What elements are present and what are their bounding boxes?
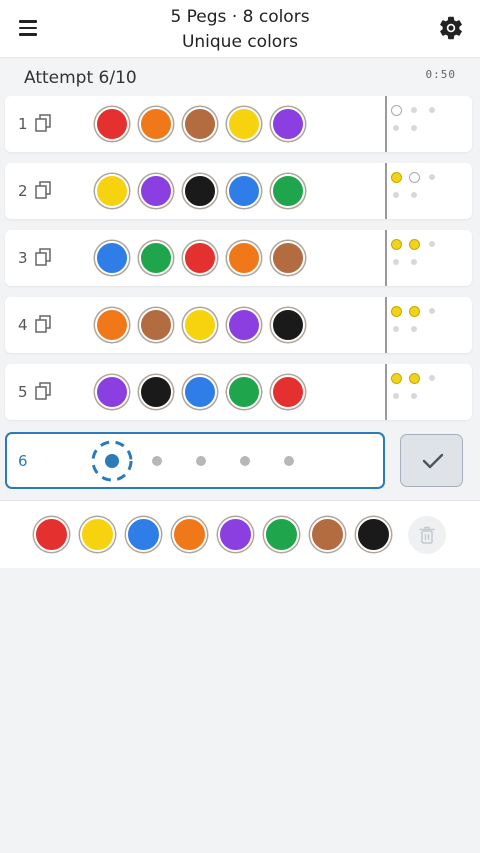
peg-red	[183, 241, 217, 275]
title-line-pegs-colors: 5 Pegs · 8 colors	[170, 7, 310, 27]
feedback-peg-black	[390, 171, 402, 183]
peg-green	[271, 174, 305, 208]
peg-blue	[95, 241, 129, 275]
peg-red	[95, 107, 129, 141]
feedback-peg-black	[390, 372, 402, 384]
peg-orange	[139, 107, 173, 141]
title-line-rule: Unique colors	[181, 32, 299, 52]
peg-black	[139, 375, 173, 409]
feedback-peg-empty	[429, 174, 435, 180]
peg-brown	[183, 107, 217, 141]
palette-color-brown[interactable]	[310, 517, 345, 552]
feedback-peg-empty	[411, 326, 417, 332]
row-number: 2	[18, 182, 28, 200]
current-row-number: 6	[18, 452, 28, 470]
feedback-peg-empty	[411, 393, 417, 399]
attempt-counter: Attempt 6/10	[24, 68, 137, 88]
copy-icon[interactable]	[33, 247, 53, 267]
peg-purple	[227, 308, 261, 342]
copy-icon[interactable]	[33, 314, 53, 334]
peg-yellow	[95, 174, 129, 208]
feedback-peg-empty	[393, 259, 399, 265]
feedback-divider	[385, 297, 387, 353]
gear-icon[interactable]	[437, 14, 465, 42]
feedback-peg-white	[390, 104, 402, 116]
feedback-peg-black	[390, 238, 402, 250]
peg-purple	[139, 174, 173, 208]
feedback-peg-white	[408, 171, 420, 183]
peg-brown	[271, 241, 305, 275]
palette-color-red[interactable]	[34, 517, 69, 552]
palette-color-green[interactable]	[264, 517, 299, 552]
palette-color-yellow[interactable]	[80, 517, 115, 552]
feedback-peg-empty	[411, 107, 417, 113]
feedback-peg-empty	[429, 241, 435, 247]
row-number: 3	[18, 249, 28, 267]
row-number: 1	[18, 115, 28, 133]
current-guess-row[interactable]: 6	[5, 432, 385, 489]
feedback-peg-empty	[429, 375, 435, 381]
peg-blue	[183, 375, 217, 409]
peg-brown	[139, 308, 173, 342]
feedback-peg-empty	[393, 192, 399, 198]
game-title: 5 Pegs · 8 colors Unique colors	[90, 5, 390, 55]
empty-slot[interactable]	[284, 456, 294, 466]
palette-color-orange[interactable]	[172, 517, 207, 552]
peg-green	[139, 241, 173, 275]
feedback-peg-empty	[393, 326, 399, 332]
feedback-peg-empty	[429, 308, 435, 314]
feedback-peg-black	[408, 305, 420, 317]
peg-green	[227, 375, 261, 409]
guess-row: 4	[5, 297, 472, 353]
feedback-peg-empty	[393, 393, 399, 399]
peg-blue	[227, 174, 261, 208]
selected-slot[interactable]	[90, 439, 134, 483]
peg-orange	[227, 241, 261, 275]
peg-purple	[271, 107, 305, 141]
game-timer: 0:50	[425, 68, 456, 81]
feedback-peg-empty	[429, 107, 435, 113]
guess-row: 5	[5, 364, 472, 420]
palette-color-black[interactable]	[356, 517, 391, 552]
peg-purple	[95, 375, 129, 409]
hamburger-menu-icon[interactable]	[14, 15, 42, 41]
empty-slot[interactable]	[240, 456, 250, 466]
peg-black	[271, 308, 305, 342]
feedback-divider	[385, 230, 387, 286]
copy-icon[interactable]	[33, 381, 53, 401]
feedback-peg-black	[408, 372, 420, 384]
palette-color-purple[interactable]	[218, 517, 253, 552]
color-palette	[0, 500, 480, 568]
row-number: 5	[18, 383, 28, 401]
guess-row: 1	[5, 96, 472, 152]
app-header: 5 Pegs · 8 colors Unique colors	[0, 0, 480, 58]
empty-slot[interactable]	[196, 456, 206, 466]
peg-yellow	[183, 308, 217, 342]
feedback-divider	[385, 163, 387, 219]
feedback-peg-empty	[411, 125, 417, 131]
copy-icon[interactable]	[33, 113, 53, 133]
feedback-peg-black	[390, 305, 402, 317]
feedback-peg-empty	[411, 192, 417, 198]
peg-orange	[95, 308, 129, 342]
peg-black	[183, 174, 217, 208]
peg-yellow	[227, 107, 261, 141]
row-number: 4	[18, 316, 28, 334]
palette-color-blue[interactable]	[126, 517, 161, 552]
checkmark-icon	[422, 453, 444, 469]
feedback-peg-empty	[393, 125, 399, 131]
feedback-divider	[385, 96, 387, 152]
submit-guess-button[interactable]	[400, 434, 463, 487]
guess-row: 2	[5, 163, 472, 219]
empty-slot[interactable]	[152, 456, 162, 466]
copy-icon[interactable]	[33, 180, 53, 200]
feedback-divider	[385, 364, 387, 420]
feedback-peg-black	[408, 238, 420, 250]
peg-red	[271, 375, 305, 409]
guess-row: 3	[5, 230, 472, 286]
trash-icon[interactable]	[408, 516, 446, 554]
feedback-peg-empty	[411, 259, 417, 265]
status-bar: Attempt 6/10 0:50	[0, 58, 480, 96]
